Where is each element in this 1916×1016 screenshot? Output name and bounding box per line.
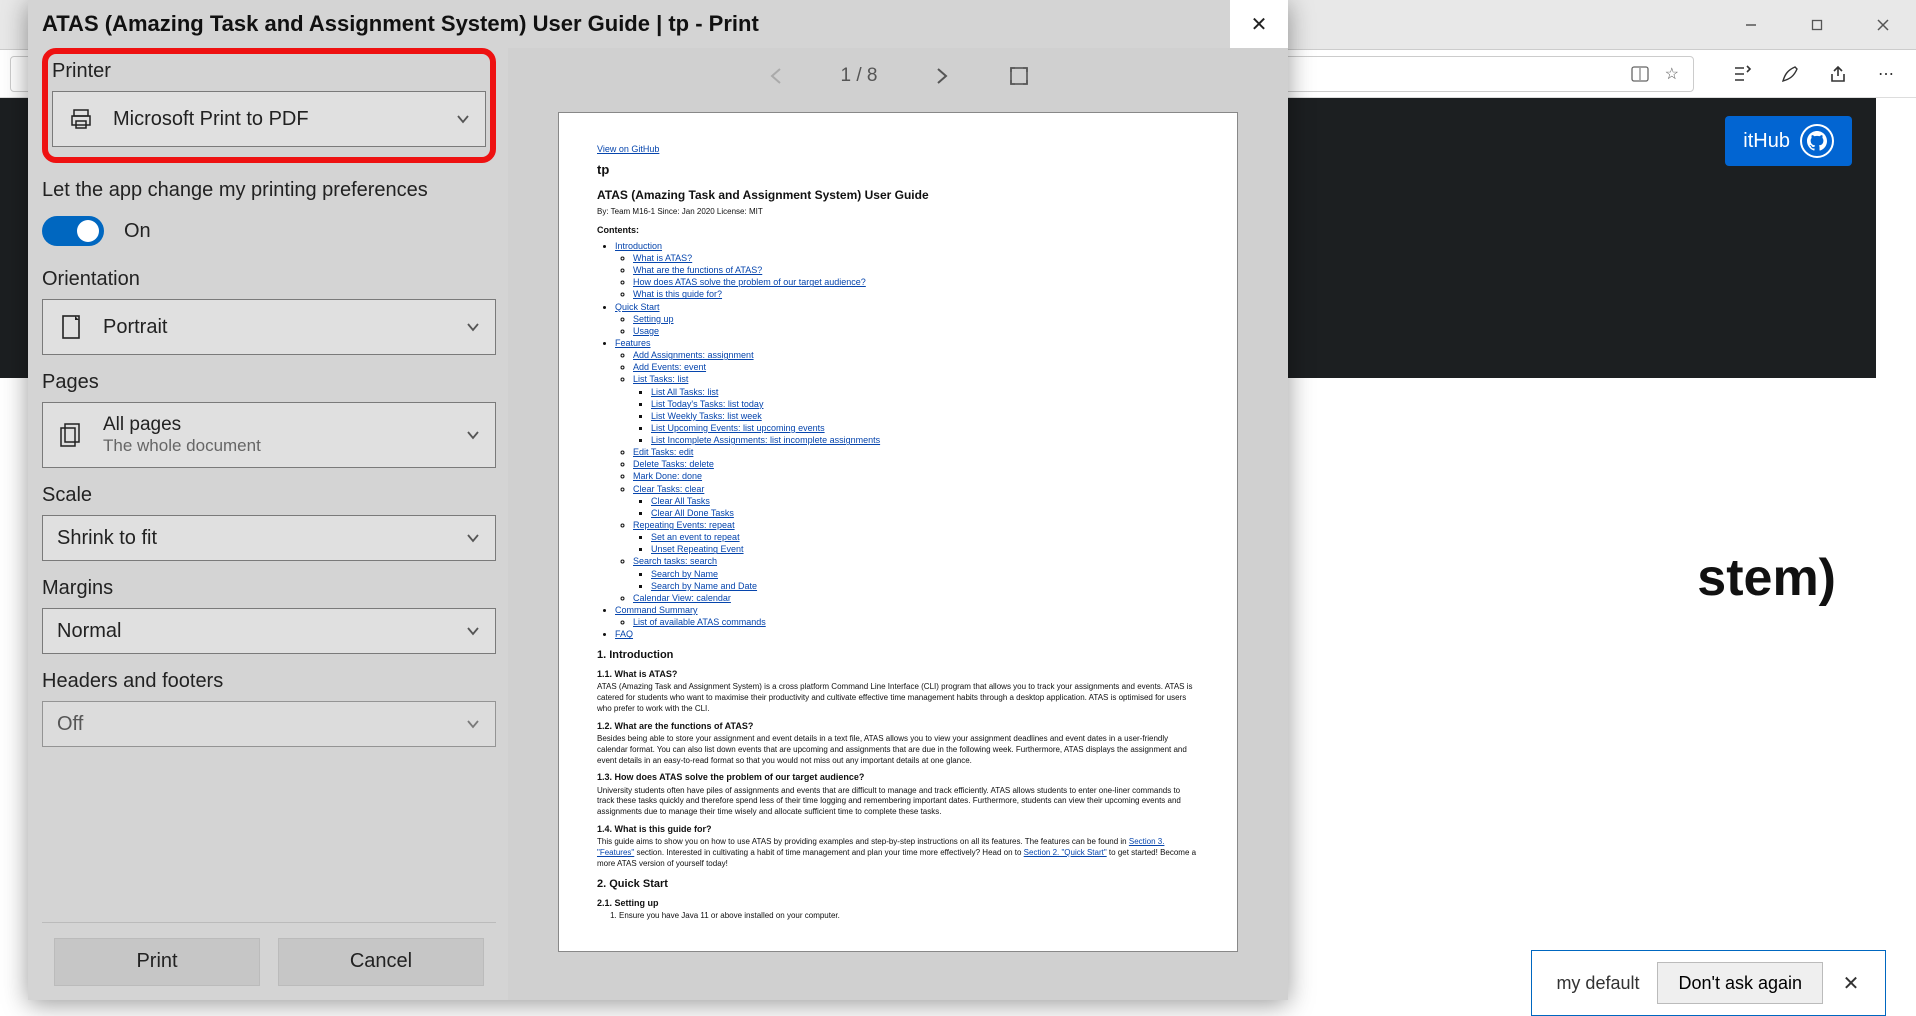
page-indicator: 1 / 8 [841,65,878,87]
portrait-icon [57,313,85,341]
window-maximize-button[interactable] [1794,9,1840,41]
headers-label: Headers and footers [42,670,496,693]
chevron-down-icon [465,427,481,443]
chevron-down-icon [465,319,481,335]
github-button[interactable]: itHub [1725,116,1852,166]
banner-my-default-text: my default [1546,973,1649,994]
chevron-down-icon [465,530,481,546]
headers-select[interactable]: Off [42,701,496,747]
banner-close-button[interactable]: ✕ [1831,963,1871,1003]
chevron-down-icon [465,716,481,732]
prev-page-button[interactable] [763,62,791,90]
pen-icon[interactable] [1780,64,1800,84]
chevron-down-icon [465,623,481,639]
dialog-footer: Print Cancel [42,922,496,1000]
preview-toolbar: 1 / 8 [508,48,1288,104]
printer-icon [67,105,95,133]
pages-sub: The whole document [103,436,447,456]
doc-contents-label: Contents: [597,224,1199,236]
scale-select[interactable]: Shrink to fit [42,515,496,561]
pages-icon [57,421,85,449]
favorites-icon[interactable] [1732,64,1752,84]
reader-icon[interactable] [1631,65,1649,83]
doc-sect-2: 2. Quick Start [597,877,1199,892]
dialog-title: ATAS (Amazing Task and Assignment System… [42,11,759,37]
window-close-button[interactable] [1860,9,1906,41]
margins-label: Margins [42,577,496,600]
banner-dont-ask-button[interactable]: Don't ask again [1657,962,1823,1004]
menu-dots-icon[interactable]: ⋯ [1876,64,1896,84]
share-icon[interactable] [1828,64,1848,84]
pref-toggle[interactable] [42,216,104,246]
pages-label: Pages [42,371,496,394]
pages-value: All pages [103,414,447,436]
orientation-value: Portrait [103,316,447,339]
scale-value: Shrink to fit [57,527,447,550]
doc-tp: tp [597,161,1199,179]
doc-view-github: View on GitHub [597,144,659,154]
margins-value: Normal [57,620,447,643]
dialog-titlebar: ATAS (Amazing Task and Assignment System… [28,0,1288,48]
pages-select[interactable]: All pages The whole document [42,402,496,468]
window-minimize-button[interactable] [1728,9,1774,41]
doc-toc: Introduction What is ATAS? What are the … [597,240,1199,641]
dialog-close-button[interactable]: ✕ [1230,0,1288,48]
print-dialog: ATAS (Amazing Task and Assignment System… [28,0,1288,1000]
github-icon [1800,124,1834,158]
print-preview-panel: 1 / 8 View on GitHub tp ATAS (Amazing Ta… [508,48,1288,1000]
pref-status: On [124,220,151,243]
pref-label: Let the app change my printing preferenc… [42,179,496,202]
doc-sect-1: 1. Introduction [597,648,1199,663]
page-title-partial: stem) [1697,548,1836,608]
preview-page: View on GitHub tp ATAS (Amazing Task and… [558,112,1238,952]
favorite-star-icon[interactable]: ☆ [1665,64,1679,84]
cancel-button[interactable]: Cancel [278,938,484,986]
chevron-down-icon [455,111,471,127]
print-button[interactable]: Print [54,938,260,986]
scale-label: Scale [42,484,496,507]
headers-value: Off [57,713,447,736]
printer-select[interactable]: Microsoft Print to PDF [52,91,486,147]
print-settings-panel: Printer Microsoft Print to PDF Let the a… [28,48,508,1000]
default-browser-banner: my default Don't ask again ✕ [1531,950,1886,1016]
orientation-label: Orientation [42,268,496,291]
fullscreen-icon[interactable] [1005,62,1033,90]
doc-meta: By: Team M16-1 Since: Jan 2020 License: … [597,207,1199,218]
printer-label: Printer [52,60,486,83]
margins-select[interactable]: Normal [42,608,496,654]
next-page-button[interactable] [927,62,955,90]
orientation-select[interactable]: Portrait [42,299,496,355]
github-button-label: itHub [1743,130,1790,153]
printer-value: Microsoft Print to PDF [113,108,437,131]
doc-title: ATAS (Amazing Task and Assignment System… [597,187,1199,203]
annotation-highlight: Printer Microsoft Print to PDF [42,48,496,163]
